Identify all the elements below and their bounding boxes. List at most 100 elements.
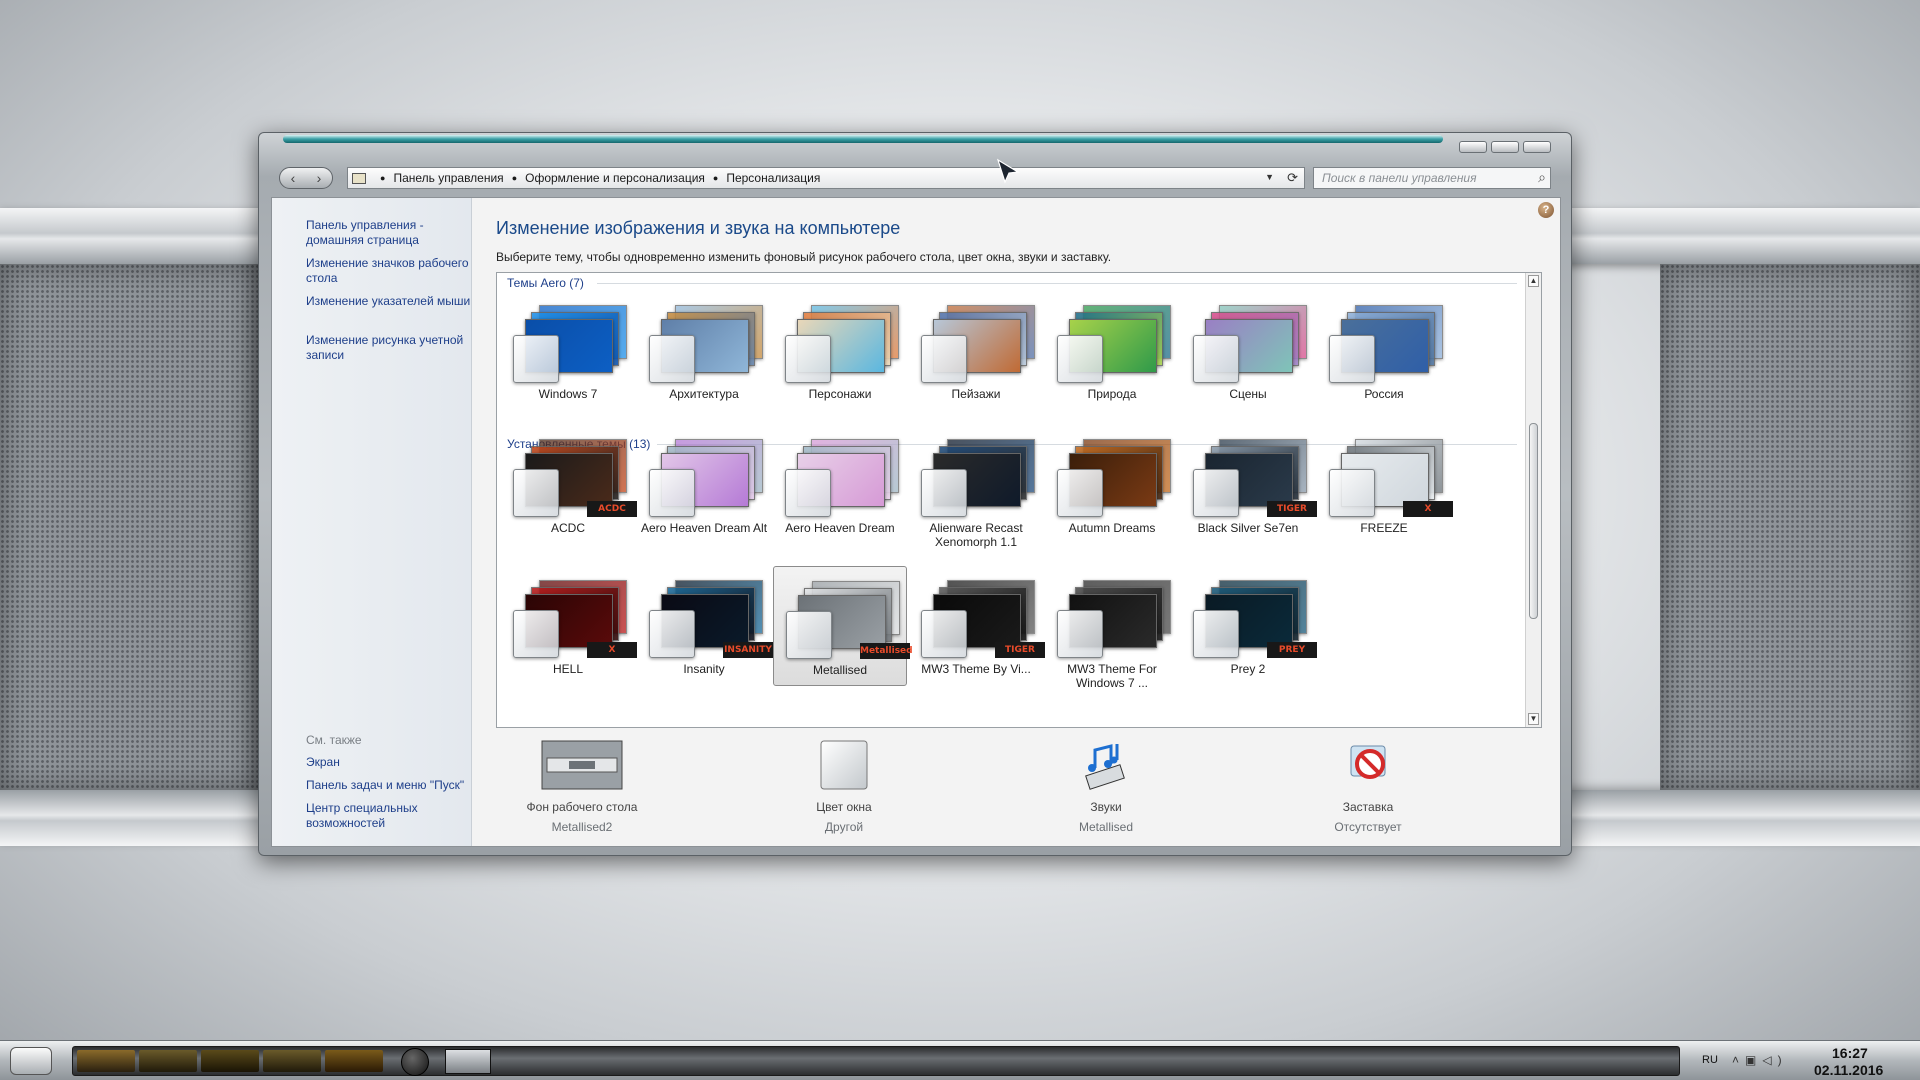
taskbar-item[interactable] <box>263 1050 321 1072</box>
theme-tile[interactable]: X HELL <box>501 566 637 686</box>
theme-tile[interactable]: Россия <box>1317 291 1451 411</box>
scrollbar-thumb[interactable] <box>1529 423 1538 619</box>
taskbar-item[interactable] <box>201 1050 259 1072</box>
window-color-swatch <box>786 611 832 659</box>
window-color-swatch <box>921 610 967 658</box>
theme-preview <box>649 299 767 383</box>
theme-tile[interactable]: TIGER MW3 Theme By Vi... <box>909 566 1045 686</box>
theme-label: Россия <box>1364 387 1404 401</box>
theme-tile[interactable]: Windows 7 <box>501 291 635 411</box>
theme-preview <box>785 433 903 517</box>
window-color-swatch <box>785 469 831 517</box>
taskbar-item[interactable] <box>139 1050 197 1072</box>
breadcrumb-item-control-panel[interactable]: Панель управления <box>393 171 503 185</box>
search-placeholder: Поиск в панели управления <box>1322 171 1477 185</box>
setting-name: Звуки <box>1090 800 1122 814</box>
theme-tile[interactable]: PREY Prey 2 <box>1181 566 1317 686</box>
theme-preview <box>921 433 1039 517</box>
tray-icons: ˄▣◁) <box>1732 1053 1788 1067</box>
setting-name: Фон рабочего стола <box>526 800 638 814</box>
clock-time[interactable]: 16:27 <box>1832 1045 1868 1061</box>
setting-sounds[interactable]: Звуки Metallised <box>1026 740 1186 834</box>
theme-tile[interactable]: Autumn Dreams <box>1045 425 1179 545</box>
theme-tile[interactable]: Архитектура <box>637 291 771 411</box>
sidebar-link-taskbar[interactable]: Панель задач и меню "Пуск" <box>306 778 472 793</box>
theme-label: Insanity <box>683 662 725 676</box>
setting-value[interactable]: Metallised2 <box>502 820 662 834</box>
theme-tile[interactable]: X FREEZE <box>1317 425 1453 545</box>
theme-tile[interactable]: Aero Heaven Dream Alt <box>637 425 771 545</box>
setting-desktop-background[interactable]: Фон рабочего стола Metallised2 <box>502 740 662 834</box>
scroll-up-icon[interactable]: ▲ <box>1528 275 1539 287</box>
theme-tile[interactable]: Metallised Metallised <box>773 566 913 686</box>
theme-tile[interactable]: Персонажи <box>773 291 907 411</box>
vertical-scrollbar[interactable]: ▲ ▼ <box>1525 273 1541 727</box>
breadcrumb-item-personalization[interactable]: Персонализация <box>726 171 820 185</box>
setting-value[interactable]: Metallised <box>1026 820 1186 834</box>
theme-preview <box>1057 433 1175 517</box>
sidebar-link-home[interactable]: Панель управления - домашняя страница <box>306 218 472 248</box>
theme-tile[interactable]: Aero Heaven Dream <box>773 425 907 545</box>
theme-tile[interactable]: Природа <box>1045 291 1179 411</box>
help-icon[interactable]: ? <box>1538 202 1554 218</box>
chevron-up-icon[interactable]: ˄ <box>1732 1053 1745 1067</box>
clock-date[interactable]: 02.11.2016 <box>1814 1062 1883 1078</box>
back-arrow-icon[interactable]: ‹ <box>291 170 296 186</box>
theme-preview: PREY <box>1193 574 1317 658</box>
theme-preview <box>1057 574 1175 658</box>
setting-screensaver[interactable]: Заставка Отсутствует <box>1288 740 1448 834</box>
theme-preview: TIGER <box>1193 433 1317 517</box>
breadcrumb-item-appearance[interactable]: Оформление и персонализация <box>525 171 705 185</box>
theme-preview: INSANITY <box>649 574 773 658</box>
breadcrumb-separator: ● <box>712 173 719 183</box>
scroll-down-icon[interactable]: ▼ <box>1528 713 1539 725</box>
theme-logo-badge: ACDC <box>587 501 637 517</box>
taskbar-orb-icon[interactable] <box>401 1048 429 1076</box>
mouse-cursor-icon <box>996 158 1020 184</box>
theme-preview <box>1057 299 1175 383</box>
language-indicator[interactable]: RU <box>1702 1054 1718 1066</box>
taskbar-item-active[interactable] <box>445 1049 491 1074</box>
theme-label: Пейзажи <box>951 387 1001 401</box>
sidebar-link-mouse-pointers[interactable]: Изменение указателей мыши <box>306 294 472 309</box>
setting-name: Заставка <box>1342 800 1394 814</box>
theme-label: Aero Heaven Dream <box>785 521 895 535</box>
theme-tile[interactable]: ACDC ACDC <box>501 425 637 545</box>
window-color-swatch <box>785 335 831 383</box>
taskbar-item[interactable] <box>77 1050 135 1072</box>
address-bar[interactable]: ● Панель управления ● Оформление и персо… <box>347 167 1305 189</box>
theme-tile[interactable]: Сцены <box>1181 291 1315 411</box>
theme-logo-badge: INSANITY <box>723 642 773 658</box>
search-input[interactable]: Поиск в панели управления ⌕ <box>1313 167 1551 189</box>
theme-logo-badge: TIGER <box>1267 501 1317 517</box>
close-button[interactable] <box>1523 141 1551 153</box>
taskbar-track <box>72 1046 1680 1076</box>
network-icon[interactable]: ▣ <box>1745 1053 1762 1067</box>
minimize-button[interactable] <box>1459 141 1487 153</box>
setting-value[interactable]: Другой <box>764 820 924 834</box>
theme-tile[interactable]: Пейзажи <box>909 291 1043 411</box>
theme-tile[interactable]: MW3 Theme For Windows 7 ... <box>1045 566 1179 690</box>
theme-preview <box>1329 299 1447 383</box>
forward-arrow-icon[interactable]: › <box>317 170 322 186</box>
maximize-button[interactable] <box>1491 141 1519 153</box>
sidebar-link-display[interactable]: Экран <box>306 755 472 770</box>
setting-value[interactable]: Отсутствует <box>1288 820 1448 834</box>
taskbar-item[interactable] <box>325 1050 383 1072</box>
desktop-mesh-left <box>0 264 260 790</box>
chevron-down-icon[interactable]: ▼ <box>1265 172 1274 182</box>
setting-window-color[interactable]: Цвет окна Другой <box>764 740 924 834</box>
search-icon[interactable]: ⌕ <box>1538 169 1546 186</box>
theme-tile[interactable]: TIGER Black Silver Se7en <box>1181 425 1317 545</box>
theme-label: Архитектура <box>669 387 739 401</box>
main-content: ? Изменение изображения и звука на компь… <box>472 198 1560 846</box>
sidebar-link-ease-of-access[interactable]: Центр специальных возможностей <box>306 801 472 831</box>
theme-tile[interactable]: INSANITY Insanity <box>637 566 773 686</box>
window-color-swatch <box>1193 610 1239 658</box>
refresh-icon[interactable]: ⟳ <box>1287 170 1298 186</box>
start-button[interactable] <box>10 1047 52 1075</box>
volume-icon[interactable]: ◁) <box>1762 1053 1787 1067</box>
sidebar-link-account-picture[interactable]: Изменение рисунка учетной записи <box>306 333 472 363</box>
sidebar-link-desktop-icons[interactable]: Изменение значков рабочего стола <box>306 256 472 286</box>
theme-tile[interactable]: Alienware Recast Xenomorph 1.1 <box>909 425 1043 549</box>
